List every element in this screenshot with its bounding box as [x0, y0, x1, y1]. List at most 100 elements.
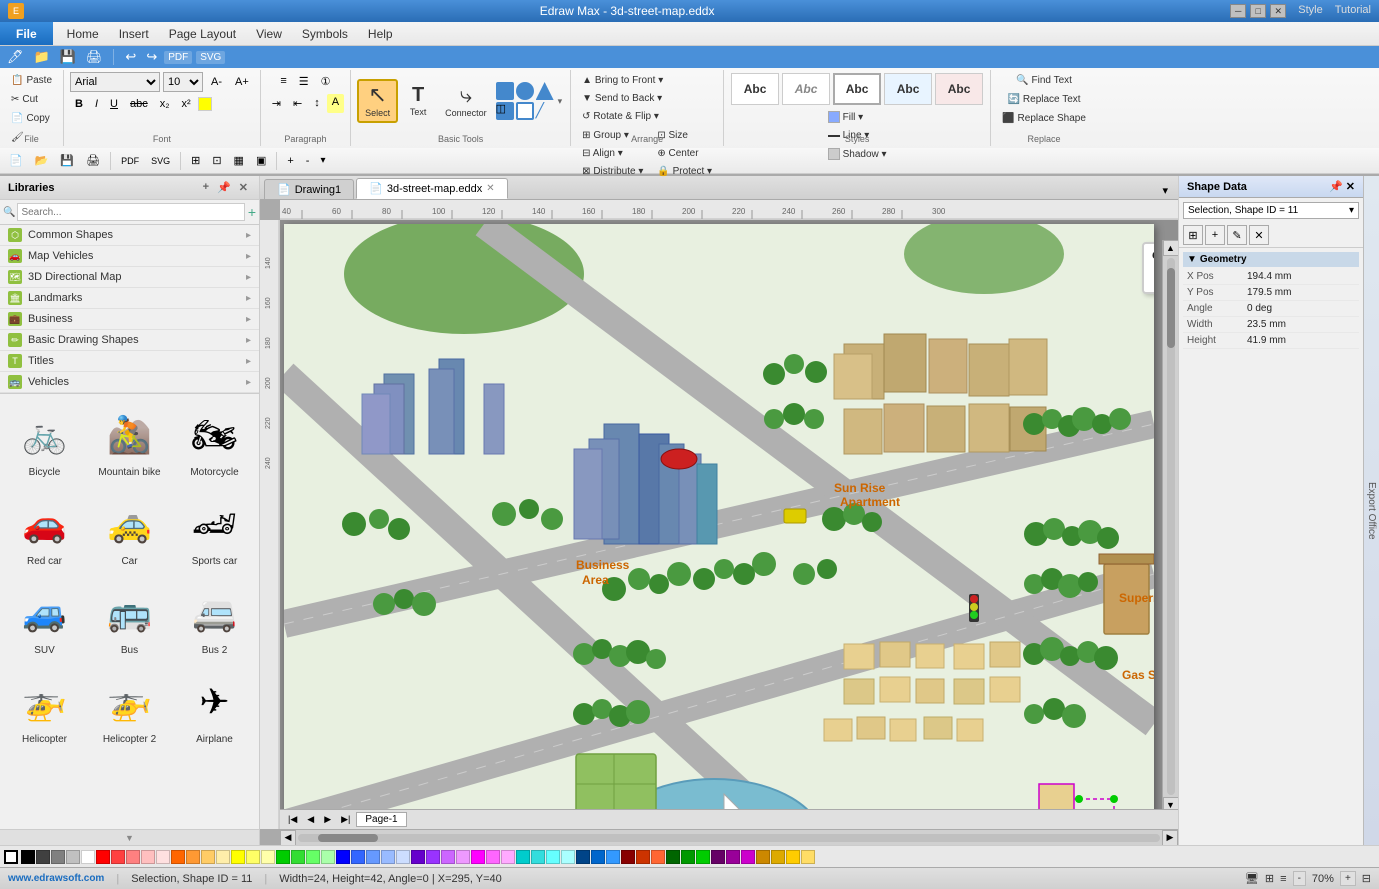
sd-delete-button[interactable]: ✕ [1249, 225, 1269, 245]
color-swatch-ccddff[interactable] [396, 850, 410, 864]
tb2-save[interactable]: 💾 [55, 151, 79, 170]
shape-helicopter[interactable]: 🚁 Helicopter [4, 665, 85, 750]
color-swatch-99bbff[interactable] [381, 850, 395, 864]
outdent-button[interactable]: ⇤ [288, 94, 307, 113]
libraries-pin[interactable]: 📌 [214, 180, 234, 195]
shape-selector-dropdown[interactable]: ▾ [1349, 205, 1354, 216]
connector-tool-button[interactable]: ⤷ Connector [438, 80, 494, 122]
protect-button[interactable]: 🔒 Protect ▾ [652, 163, 717, 180]
align-button[interactable]: ⊟ Align ▾ [577, 145, 648, 162]
library-item-titles[interactable]: T Titles ▸ [0, 351, 259, 372]
view-toggle-button[interactable]: ⊟ [1362, 872, 1371, 885]
bring-to-front-button[interactable]: ▲ Bring to Front ▾ [577, 72, 668, 89]
sd-filter-button[interactable]: ⊞ [1183, 225, 1203, 245]
qa-print[interactable]: 🖨 [83, 48, 106, 66]
menu-view[interactable]: View [246, 22, 292, 45]
shape-red-car[interactable]: 🚗 Red car [4, 487, 85, 572]
italic-button[interactable]: I [90, 95, 103, 113]
qa-open[interactable]: 📁 [31, 48, 53, 66]
shape-sports-car[interactable]: 🏎 Sports car [174, 487, 255, 572]
tb2-print[interactable]: 🖨 [81, 151, 105, 170]
color-swatch-ff4040[interactable] [111, 850, 125, 864]
cut-button[interactable]: ✂ Cut [6, 91, 57, 108]
tab-street-map[interactable]: 📄 3d-street-map.eddx ✕ [356, 178, 507, 199]
color-swatch-33dddd[interactable] [531, 850, 545, 864]
page-last-button[interactable]: ▶| [337, 812, 354, 827]
menu-help[interactable]: Help [358, 22, 403, 45]
shape-helicopter2[interactable]: 🚁 Helicopter 2 [89, 665, 170, 750]
tb2-svg-export[interactable]: SVG [146, 153, 175, 169]
rotate-flip-button[interactable]: ↺ Rotate & Flip ▾ [577, 108, 668, 125]
canvas-container[interactable]: 40 60 80 100 120 140 160 180 200 220 240… [260, 200, 1178, 845]
style-box-3[interactable]: Abc [833, 73, 881, 105]
color-swatch-ff8080[interactable] [126, 850, 140, 864]
font-family-select[interactable]: Arial [70, 72, 160, 92]
tb2-view2[interactable]: ▦ [229, 151, 249, 170]
style-box-5[interactable]: Abc [935, 73, 983, 105]
select-tool-button[interactable]: ↖ Select [357, 79, 398, 123]
replace-shape-button[interactable]: ⬛ Replace Shape [997, 110, 1091, 127]
color-swatch-006600[interactable] [666, 850, 680, 864]
strikethrough-button[interactable]: abc [125, 95, 153, 113]
library-item-vehicles2[interactable]: 🚌 Vehicles ▸ [0, 372, 259, 393]
tb2-view1[interactable]: ⊡ [207, 151, 226, 170]
style-box-1[interactable]: Abc [731, 73, 779, 105]
website-link[interactable]: www.edrawsoft.com [8, 873, 104, 884]
color-swatch-c0c0c0[interactable] [66, 850, 80, 864]
subscript-button[interactable]: x₂ [155, 95, 175, 113]
qa-pdf[interactable]: PDF [164, 51, 192, 64]
superscript-button[interactable]: x² [177, 95, 196, 113]
highlight-button[interactable]: A [327, 94, 344, 113]
close-button[interactable]: ✕ [1270, 4, 1286, 18]
triangle-shape-button[interactable] [536, 82, 554, 100]
color-swatch-ff6600[interactable] [171, 850, 185, 864]
color-swatch-404040[interactable] [36, 850, 50, 864]
tab-dropdown-button[interactable]: ▾ [1156, 182, 1174, 199]
distribute-button[interactable]: ⊠ Distribute ▾ [577, 163, 648, 180]
tutorial-label[interactable]: Tutorial [1335, 4, 1371, 18]
shape-bus[interactable]: 🚌 Bus [89, 576, 170, 661]
color-swatch-ff66ff[interactable] [486, 850, 500, 864]
page-prev-button[interactable]: ◀ [303, 812, 318, 827]
font-decrease-button[interactable]: A- [206, 73, 227, 91]
hscroll-left-button[interactable]: ◀ [280, 830, 296, 846]
color-swatch-880000[interactable] [621, 850, 635, 864]
qa-new[interactable]: 🖊 [4, 48, 27, 66]
status-icon-1[interactable]: 🖥 [1245, 872, 1259, 885]
color-swatch-ff00ff[interactable] [471, 850, 485, 864]
center-button[interactable]: ⊕ Center [652, 145, 717, 162]
color-swatch-ff9933[interactable] [186, 850, 200, 864]
rect-shape-button[interactable] [496, 82, 514, 100]
color-swatch-6600cc[interactable] [411, 850, 425, 864]
tab-drawing1[interactable]: 📄 Drawing1 [264, 179, 354, 199]
library-item-business[interactable]: 💼 Business ▸ [0, 309, 259, 330]
color-swatch-0066cc[interactable] [591, 850, 605, 864]
color-swatch-ff0000[interactable] [96, 850, 110, 864]
shape-bus2[interactable]: 🚐 Bus 2 [174, 576, 255, 661]
color-swatch-ffdd66[interactable] [801, 850, 815, 864]
color-swatch-33dd33[interactable] [291, 850, 305, 864]
vscroll-thumb[interactable] [1167, 268, 1175, 348]
tb2-zoom-in[interactable]: + [282, 152, 298, 170]
line-button[interactable]: ╱ [536, 102, 554, 120]
color-swatch-ff6633[interactable] [651, 850, 665, 864]
page-tab-1[interactable]: Page-1 [356, 812, 406, 827]
color-swatch-009900[interactable] [681, 850, 695, 864]
color-swatch-ffcc00[interactable] [786, 850, 800, 864]
ellipse-shape-button[interactable] [516, 82, 534, 100]
basic-tools-expand[interactable]: ▾ [556, 94, 565, 109]
color-swatch-cc8800[interactable] [756, 850, 770, 864]
find-text-button[interactable]: 🔍 Find Text [1011, 72, 1077, 89]
maximize-button[interactable]: □ [1250, 4, 1266, 18]
color-swatch-66ffff[interactable] [546, 850, 560, 864]
style-box-2[interactable]: Abc [782, 73, 830, 105]
qa-undo[interactable]: ↩ [122, 48, 139, 66]
tb2-zoom-out[interactable]: - [301, 152, 315, 170]
shape-motorcycle[interactable]: 🏍 Motorcycle [174, 398, 255, 483]
status-icon-2[interactable]: ⊞ [1265, 872, 1274, 885]
color-swatch-aaffaa[interactable] [321, 850, 335, 864]
color-swatch-ffffff[interactable] [81, 850, 95, 864]
color-swatch-ffff00[interactable] [231, 850, 245, 864]
left-panel-scroll[interactable]: ▼ [0, 829, 259, 845]
shape-car[interactable]: 🚕 Car [89, 487, 170, 572]
